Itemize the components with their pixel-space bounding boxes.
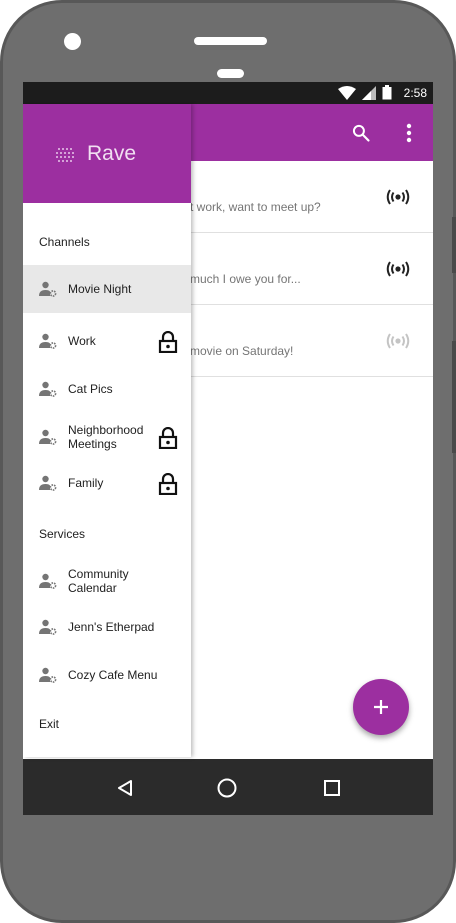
cell-signal-icon xyxy=(361,85,376,100)
volume-button xyxy=(452,217,456,273)
wifi-icon xyxy=(337,85,356,100)
service-label: Community Calendar xyxy=(68,567,129,595)
exit-item[interactable]: Exit xyxy=(39,717,59,731)
person-settings-icon xyxy=(39,573,57,589)
channel-label: Work xyxy=(68,334,96,348)
earpiece-speaker xyxy=(194,37,267,45)
channel-label: Family xyxy=(68,476,104,490)
channel-item-work[interactable]: Work xyxy=(23,317,191,365)
rave-logo-icon xyxy=(56,148,74,162)
app-name: Rave xyxy=(87,142,137,165)
channel-item-neighborhood-meetings[interactable]: Neighborhood Meetings xyxy=(23,413,191,461)
channel-label: Neighborhood Meetings xyxy=(68,423,144,451)
channels-section-title: Channels xyxy=(39,235,90,249)
status-bar: 2:58 xyxy=(23,82,433,104)
service-item-jenns-etherpad[interactable]: Jenn's Etherpad xyxy=(23,603,191,651)
navigation-drawer: Rave Channels Movie Night Work Cat Pics … xyxy=(23,104,191,757)
conversation-preview: movie on Saturday! xyxy=(190,344,294,358)
navigation-bar xyxy=(23,759,433,815)
add-icon xyxy=(374,700,388,714)
service-label: Cozy Cafe Menu xyxy=(68,668,158,682)
lock-icon xyxy=(158,427,178,449)
service-label: Jenn's Etherpad xyxy=(68,620,155,634)
channel-label: Movie Night xyxy=(68,282,132,296)
person-settings-icon xyxy=(39,667,57,683)
home-icon xyxy=(217,778,237,798)
home-button[interactable] xyxy=(216,777,238,799)
broadcast-icon[interactable] xyxy=(385,184,411,210)
conversation-preview: much I owe you for... xyxy=(190,272,301,286)
channel-item-family[interactable]: Family xyxy=(23,459,191,507)
person-settings-icon xyxy=(39,475,57,491)
back-icon xyxy=(118,780,132,796)
back-button[interactable] xyxy=(114,777,136,799)
search-icon[interactable] xyxy=(349,121,373,145)
battery-icon xyxy=(382,85,392,100)
channel-label: Cat Pics xyxy=(68,382,113,396)
person-settings-icon xyxy=(39,619,57,635)
more-vert-icon[interactable] xyxy=(397,121,421,145)
status-time: 2:58 xyxy=(403,85,427,100)
lock-icon xyxy=(158,473,178,495)
recents-icon xyxy=(324,780,340,796)
person-settings-icon xyxy=(39,281,57,297)
broadcast-icon[interactable] xyxy=(385,256,411,282)
broadcast-icon[interactable] xyxy=(385,328,411,354)
person-settings-icon xyxy=(39,381,57,397)
person-settings-icon xyxy=(39,333,57,349)
channel-item-movie-night[interactable]: Movie Night xyxy=(23,265,191,313)
lock-icon xyxy=(158,331,178,353)
drawer-header: Rave xyxy=(23,104,191,203)
recents-button[interactable] xyxy=(321,777,343,799)
person-settings-icon xyxy=(39,429,57,445)
power-button xyxy=(452,341,456,453)
service-item-cozy-cafe-menu[interactable]: Cozy Cafe Menu xyxy=(23,651,191,699)
add-button[interactable] xyxy=(353,679,409,735)
device-screen: 2:58 t work, want to meet up? much I owe… xyxy=(23,82,433,815)
front-camera xyxy=(64,33,81,50)
service-item-community-calendar[interactable]: Community Calendar xyxy=(23,557,191,605)
channel-item-cat-pics[interactable]: Cat Pics xyxy=(23,365,191,413)
services-section-title: Services xyxy=(39,527,86,541)
proximity-sensor xyxy=(217,69,244,78)
conversation-preview: t work, want to meet up? xyxy=(190,200,321,214)
